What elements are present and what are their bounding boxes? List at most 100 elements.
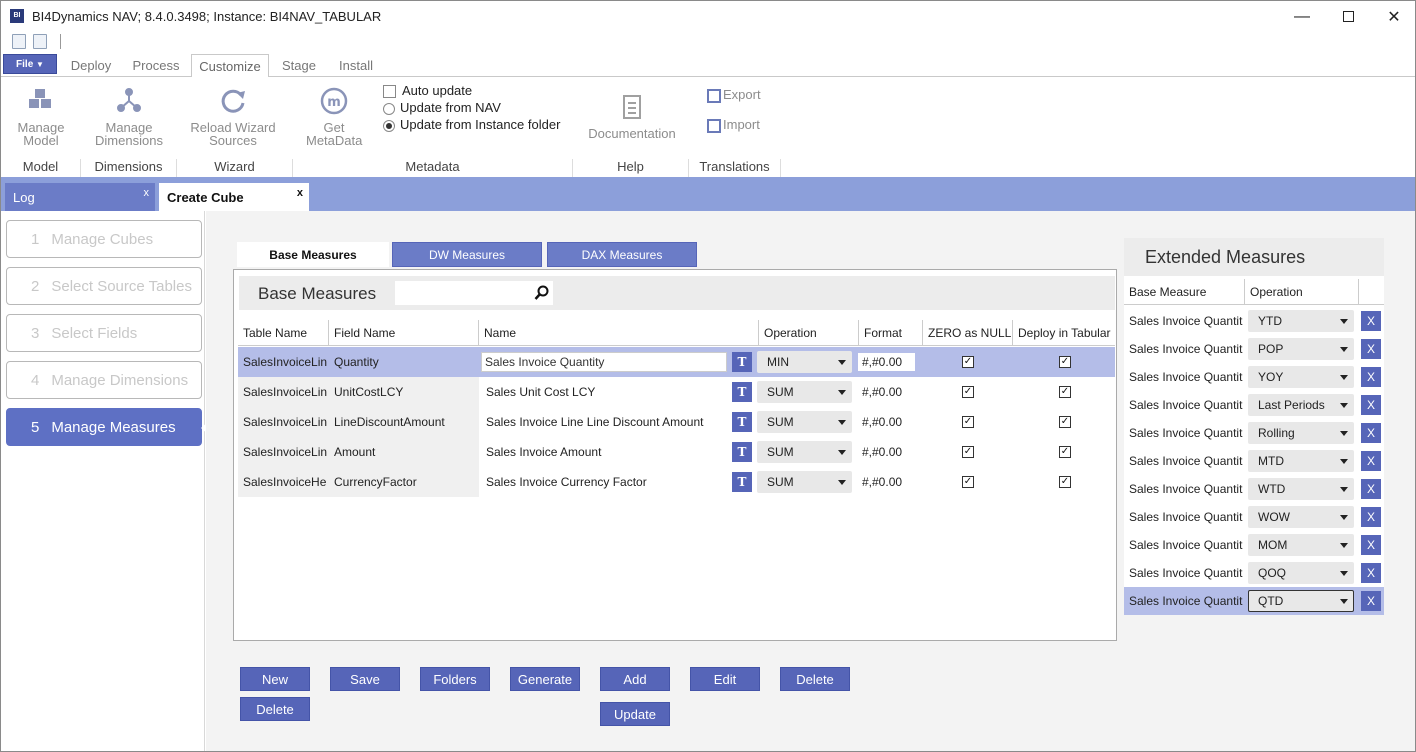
search-input[interactable] — [395, 281, 553, 305]
cell-name[interactable]: Sales Invoice Currency Factor — [481, 467, 727, 497]
manage-dimensions-button[interactable]: Manage Dimensions — [91, 87, 167, 147]
remove-extended-measure-button[interactable]: X — [1361, 507, 1381, 527]
doc-tab-log[interactable]: Log x — [5, 183, 155, 211]
ext-measure-row[interactable]: Sales Invoice Quantit Rolling X — [1124, 419, 1384, 447]
operation-select[interactable]: SUM — [757, 411, 852, 433]
generate-button[interactable]: Generate — [510, 667, 580, 691]
translate-button[interactable]: T — [732, 382, 752, 402]
tab-process[interactable]: Process — [125, 54, 187, 77]
deploy-tabular-checkbox[interactable]: ✓ — [1059, 386, 1071, 398]
name-input[interactable]: Sales Invoice Quantity — [481, 352, 727, 372]
save-button[interactable]: Save — [330, 667, 400, 691]
table-row[interactable]: SalesInvoiceLin UnitCostLCY Sales Unit C… — [238, 377, 1115, 407]
new-button[interactable]: New — [240, 667, 310, 691]
format-input[interactable]: #,#0.00 — [858, 383, 915, 401]
radio-nav[interactable] — [383, 102, 395, 115]
folders-button[interactable]: Folders — [420, 667, 490, 691]
documentation-button[interactable]: Documentation — [585, 93, 679, 140]
step-select-source-tables[interactable]: 2 Select Source Tables — [6, 267, 202, 305]
maximize-icon[interactable] — [1325, 1, 1371, 32]
table-row[interactable]: SalesInvoiceHe CurrencyFactor Sales Invo… — [238, 467, 1115, 497]
ext-operation-select[interactable]: QOQ — [1248, 562, 1354, 584]
ext-operation-select[interactable]: Last Periods — [1248, 394, 1354, 416]
operation-select[interactable]: SUM — [757, 441, 852, 463]
ext-measure-row[interactable]: Sales Invoice Quantit YTD X — [1124, 307, 1384, 335]
get-metadata-button[interactable]: m Get MetaData — [301, 87, 367, 147]
deploy-tabular-checkbox[interactable]: ✓ — [1059, 416, 1071, 428]
ext-operation-select[interactable]: YTD — [1248, 310, 1354, 332]
table-row[interactable]: SalesInvoiceLin LineDiscountAmount Sales… — [238, 407, 1115, 437]
cell-name[interactable]: Sales Unit Cost LCY — [481, 377, 727, 407]
translate-button[interactable]: T — [732, 472, 752, 492]
zero-as-null-checkbox[interactable]: ✓ — [962, 416, 974, 428]
zero-as-null-checkbox[interactable]: ✓ — [962, 446, 974, 458]
step-manage-dimensions[interactable]: 4 Manage Dimensions — [6, 361, 202, 399]
col-base-measure[interactable]: Base Measure — [1124, 279, 1245, 305]
file-menu-button[interactable]: File ▼ — [3, 54, 57, 74]
table-row[interactable]: SalesInvoiceLin Quantity Sales Invoice Q… — [238, 347, 1115, 377]
col-operation[interactable]: Operation — [759, 320, 859, 346]
radio-instance[interactable] — [383, 119, 395, 132]
close-icon[interactable]: ✕ — [1371, 1, 1415, 32]
ext-measure-row[interactable]: Sales Invoice Quantit MTD X — [1124, 447, 1384, 475]
remove-extended-measure-button[interactable]: X — [1361, 451, 1381, 471]
export-button[interactable]: Export — [707, 86, 761, 103]
operation-select[interactable]: SUM — [757, 381, 852, 403]
tab-base-measures[interactable]: Base Measures — [237, 242, 389, 267]
ext-measure-row[interactable]: Sales Invoice Quantit POP X — [1124, 335, 1384, 363]
table-row[interactable]: SalesInvoiceLin Amount Sales Invoice Amo… — [238, 437, 1115, 467]
deploy-tabular-checkbox[interactable]: ✓ — [1059, 356, 1071, 368]
close-log-tab-icon[interactable]: x — [144, 187, 150, 199]
remove-extended-measure-button[interactable]: X — [1361, 563, 1381, 583]
reload-wizard-button[interactable]: Reload Wizard Sources — [187, 87, 279, 147]
format-input[interactable]: #,#0.00 — [858, 473, 915, 491]
ext-operation-select[interactable]: QTD — [1248, 590, 1354, 612]
ext-operation-select[interactable]: Rolling — [1248, 422, 1354, 444]
tab-dw-measures[interactable]: DW Measures — [392, 242, 542, 267]
delete-measure-button[interactable]: Delete — [240, 697, 310, 721]
zero-as-null-checkbox[interactable]: ✓ — [962, 476, 974, 488]
col-table-name[interactable]: Table Name — [238, 320, 329, 346]
ext-operation-select[interactable]: WOW — [1248, 506, 1354, 528]
remove-extended-measure-button[interactable]: X — [1361, 591, 1381, 611]
save-as-icon[interactable] — [33, 34, 47, 49]
close-create-cube-tab-icon[interactable]: x — [297, 187, 303, 199]
remove-extended-measure-button[interactable]: X — [1361, 423, 1381, 443]
ext-operation-select[interactable]: YOY — [1248, 366, 1354, 388]
zero-as-null-checkbox[interactable]: ✓ — [962, 386, 974, 398]
ext-measure-row[interactable]: Sales Invoice Quantit YOY X — [1124, 363, 1384, 391]
translate-button[interactable]: T — [732, 442, 752, 462]
auto-update-checkbox[interactable]: Auto update — [383, 82, 472, 99]
cell-name[interactable]: Sales Invoice Amount — [481, 437, 727, 467]
col-field-name[interactable]: Field Name — [329, 320, 479, 346]
update-button[interactable]: Update — [600, 702, 670, 726]
format-input[interactable]: #,#0.00 — [858, 413, 915, 431]
save-icon[interactable] — [12, 34, 26, 49]
col-name[interactable]: Name — [479, 320, 759, 346]
minimize-icon[interactable]: — — [1279, 1, 1325, 32]
ext-measure-row[interactable]: Sales Invoice Quantit Last Periods X — [1124, 391, 1384, 419]
import-button[interactable]: Import — [707, 116, 760, 133]
update-from-nav-radio[interactable]: Update from NAV — [383, 99, 501, 116]
tab-dax-measures[interactable]: DAX Measures — [547, 242, 697, 267]
operation-select[interactable]: SUM — [757, 471, 852, 493]
ext-measure-row[interactable]: Sales Invoice Quantit QOQ X — [1124, 559, 1384, 587]
delete-button[interactable]: Delete — [780, 667, 850, 691]
ext-operation-select[interactable]: WTD — [1248, 478, 1354, 500]
ext-measure-row[interactable]: Sales Invoice Quantit WOW X — [1124, 503, 1384, 531]
doc-tab-create-cube[interactable]: Create Cube x — [159, 183, 309, 211]
ext-operation-select[interactable]: POP — [1248, 338, 1354, 360]
translate-button[interactable]: T — [732, 412, 752, 432]
remove-extended-measure-button[interactable]: X — [1361, 311, 1381, 331]
add-button[interactable]: Add — [600, 667, 670, 691]
remove-extended-measure-button[interactable]: X — [1361, 479, 1381, 499]
col-ext-operation[interactable]: Operation — [1245, 279, 1359, 305]
col-format[interactable]: Format — [859, 320, 923, 346]
auto-update-box[interactable] — [383, 85, 396, 99]
deploy-tabular-checkbox[interactable]: ✓ — [1059, 446, 1071, 458]
update-from-instance-radio[interactable]: Update from Instance folder — [383, 116, 560, 133]
deploy-tabular-checkbox[interactable]: ✓ — [1059, 476, 1071, 488]
search-icon[interactable] — [534, 285, 550, 301]
ext-measure-row[interactable]: Sales Invoice Quantit MOM X — [1124, 531, 1384, 559]
edit-button[interactable]: Edit — [690, 667, 760, 691]
